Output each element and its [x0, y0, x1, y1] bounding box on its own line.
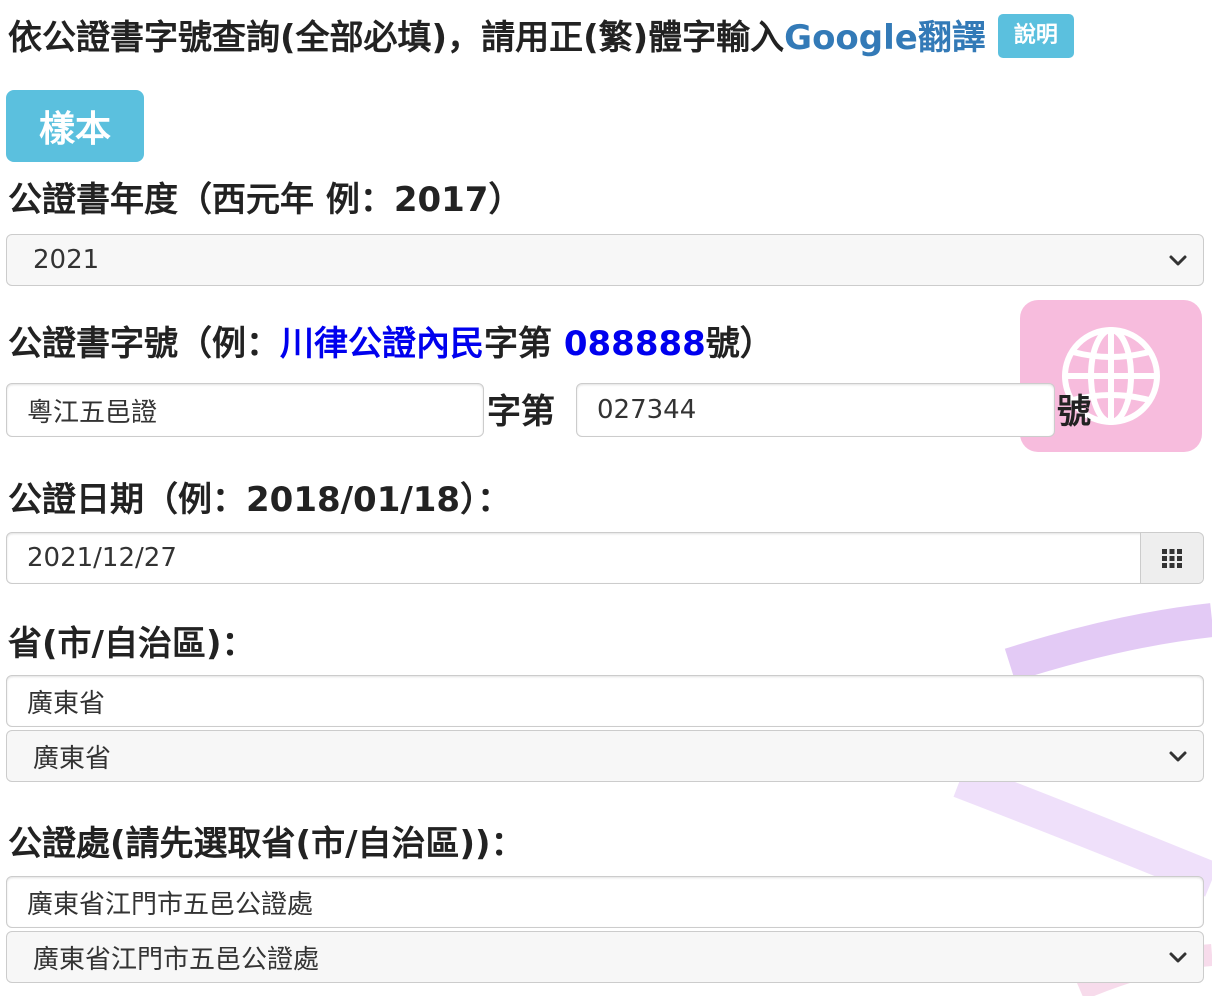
page-header: 依公證書字號查詢(全部必填)，請用正(繁)體字輸入Google翻譯 說明: [8, 13, 1074, 62]
office-input-value: 廣東省江門市五邑公證處: [27, 889, 314, 920]
cert-number-input[interactable]: 027344: [576, 383, 1055, 437]
date-input[interactable]: 2021/12/27: [6, 532, 1204, 584]
office-select-value: 廣東省江門市五邑公證處: [33, 944, 320, 975]
sample-button[interactable]: 樣本: [6, 90, 144, 162]
province-select-value: 廣東省: [33, 743, 112, 774]
google-translate-link[interactable]: Google翻譯: [784, 18, 986, 58]
cert-number-label-mid: 字第: [484, 324, 564, 364]
date-input-value: 2021/12/27: [27, 543, 177, 573]
cert-number-example-number: 088888: [563, 324, 706, 364]
cert-word-input-value: 粵江五邑證: [27, 397, 158, 428]
calendar-button[interactable]: [1140, 533, 1203, 583]
province-select[interactable]: 廣東省: [6, 730, 1204, 782]
chevron-down-icon: [1169, 751, 1187, 762]
year-select[interactable]: 2021: [6, 234, 1204, 286]
cert-word-input[interactable]: 粵江五邑證: [6, 383, 484, 437]
cert-word-suffix: 字第: [487, 392, 555, 432]
province-input-value: 廣東省: [27, 688, 106, 719]
calendar-grid-icon: [1162, 549, 1182, 568]
office-select[interactable]: 廣東省江門市五邑公證處: [6, 931, 1204, 983]
office-label: 公證處(請先選取省(市/自治區))：: [8, 824, 525, 864]
province-label: 省(市/自治區)：: [8, 624, 256, 664]
cert-number-input-value: 027344: [597, 395, 697, 425]
header-instructions: 依公證書字號查詢(全部必填)，請用正(繁)體字輸入: [8, 18, 785, 58]
office-input[interactable]: 廣東省江門市五邑公證處: [6, 876, 1204, 928]
help-button[interactable]: 說明: [997, 13, 1074, 58]
province-input[interactable]: 廣東省: [6, 675, 1204, 727]
cert-number-label-prefix: 公證書字號（例：: [8, 324, 280, 364]
page: 依公證書字號查詢(全部必填)，請用正(繁)體字輸入Google翻譯 說明 樣本 公…: [0, 0, 1212, 996]
cert-number-label-suffix: 號）: [705, 324, 774, 364]
date-label: 公證日期（例：2018/01/18）：: [8, 480, 512, 520]
year-label: 公證書年度（西元年 例：2017）: [8, 180, 523, 220]
cert-number-label: 公證書字號（例：川律公證內民字第 088888號）: [8, 316, 774, 365]
chevron-down-icon: [1169, 952, 1187, 963]
chevron-down-icon: [1169, 255, 1187, 266]
year-select-value: 2021: [33, 245, 100, 275]
cert-number-suffix: 號: [1057, 392, 1091, 432]
cert-number-example-word: 川律公證內民: [280, 324, 484, 364]
